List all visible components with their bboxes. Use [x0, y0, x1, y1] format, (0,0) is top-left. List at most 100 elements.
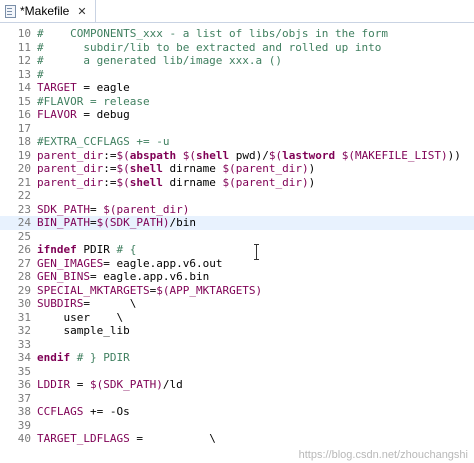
code-line[interactable]: 37	[0, 392, 474, 406]
code-text: #EXTRA_CCFLAGS += -u	[37, 135, 169, 149]
code-line[interactable]: 21 parent_dir:=$(shell dirname $(parent_d…	[0, 176, 474, 190]
code-text: SDK_PATH= $(parent_dir)	[37, 203, 189, 217]
line-number: 13	[17, 67, 31, 81]
text-cursor-icon	[253, 244, 261, 260]
editor-tab-bar: *Makefile ✕	[0, 0, 474, 23]
code-token: )	[308, 162, 316, 175]
line-number: 27	[17, 256, 31, 270]
code-token: = \	[129, 432, 216, 445]
code-line[interactable]: 19 parent_dir:=$(abspath $(shell pwd)/$(l…	[0, 149, 474, 163]
code-line[interactable]: 18 #EXTRA_CCFLAGS += -u	[0, 135, 474, 149]
code-token: dirname	[162, 162, 223, 175]
code-line[interactable]: 29 SPECIAL_MKTARGETS=$(APP_MKTARGETS)	[0, 284, 474, 298]
code-token: user \	[37, 310, 124, 324]
code-token: SUBDIRS	[37, 297, 84, 310]
code-line[interactable]: 31 user \	[0, 311, 474, 325]
code-token: abspath	[129, 148, 177, 162]
code-token: FLAVOR	[37, 108, 77, 121]
code-text: user \	[37, 311, 123, 325]
line-number: 25	[17, 229, 31, 243]
line-number: 30	[17, 297, 31, 310]
line-number: 33	[17, 337, 31, 351]
line-number: 21	[17, 175, 31, 189]
code-text: GEN_IMAGES= eagle.app.v6.out	[37, 257, 222, 271]
code-token: lastword	[282, 148, 336, 162]
code-token: = eagle.app.v6.out	[103, 256, 223, 270]
code-line[interactable]: 39	[0, 419, 474, 433]
code-line[interactable]: 26 ifndef PDIR # {	[0, 243, 474, 257]
code-line[interactable]: 23 SDK_PATH= $(parent_dir)	[0, 203, 474, 217]
code-token: GEN_BINS	[37, 270, 90, 283]
code-text: #	[37, 68, 44, 82]
line-number: 36	[17, 378, 31, 391]
line-number: 20	[17, 162, 31, 175]
code-line[interactable]: 30 SUBDIRS= \	[0, 297, 474, 311]
code-token: sample_lib	[37, 324, 130, 337]
code-line[interactable]: 35	[0, 365, 474, 379]
code-token: $(	[268, 148, 283, 162]
code-line[interactable]: 22	[0, 189, 474, 203]
code-line[interactable]: 15 #FLAVOR = release	[0, 95, 474, 109]
line-number: 14	[17, 81, 31, 94]
code-line[interactable]: 28 GEN_BINS= eagle.app.v6.bin	[0, 270, 474, 284]
line-number: 19	[17, 148, 31, 162]
code-token: # a generated lib/image xxx.a ()	[37, 54, 283, 67]
code-token: PDIR	[76, 243, 117, 256]
code-text: parent_dir:=$(shell dirname $(parent_dir…	[37, 176, 315, 190]
code-text: TARGET = eagle	[37, 81, 130, 95]
code-text: # a generated lib/image xxx.a ()	[37, 54, 282, 68]
close-icon[interactable]: ✕	[77, 6, 86, 17]
line-number: 35	[17, 364, 31, 378]
code-line[interactable]: 38 CCFLAGS += -Os	[0, 405, 474, 419]
code-line[interactable]: 25	[0, 230, 474, 244]
code-token: #	[37, 67, 44, 81]
code-line[interactable]: 40 TARGET_LDFLAGS = \	[0, 432, 474, 446]
code-line[interactable]: 34 endif # } PDIR	[0, 351, 474, 365]
code-token: shell	[195, 148, 230, 162]
code-line[interactable]: 16 FLAVOR = debug	[0, 108, 474, 122]
line-number: 39	[17, 418, 31, 432]
code-text: # subdir/lib to be extracted and rolled …	[37, 41, 381, 55]
code-token: $(	[116, 162, 130, 175]
code-line[interactable]: 36 LDDIR = $(SDK_PATH)/ld	[0, 378, 474, 392]
code-token: =	[70, 378, 90, 391]
code-line[interactable]: 11 # subdir/lib to be extracted and rolle…	[0, 41, 474, 55]
tab-makefile[interactable]: *Makefile ✕	[0, 0, 96, 22]
code-line[interactable]: 20 parent_dir:=$(shell dirname $(parent_d…	[0, 162, 474, 176]
code-line[interactable]: 12 # a generated lib/image xxx.a ()	[0, 54, 474, 68]
code-line[interactable]: 24 BIN_PATH=$(SDK_PATH)/bin	[0, 216, 474, 230]
line-number: 34	[17, 351, 31, 364]
tab-title: *Makefile	[20, 4, 70, 18]
code-token: :=	[103, 162, 117, 175]
code-token: $(	[116, 148, 130, 162]
watermark: https://blog.csdn.net/zhouchangshi	[298, 449, 468, 461]
code-token: parent_dir	[37, 162, 104, 175]
code-token: = \	[83, 297, 137, 310]
code-token: pwd)/	[229, 148, 269, 162]
code-token: $(APP_MKTARGETS)	[156, 283, 263, 297]
code-token: shell	[129, 175, 163, 189]
code-token: = eagle	[76, 81, 130, 94]
code-editor[interactable]: 10 # COMPONENTS_xxx - a list of libs/objs…	[0, 23, 474, 463]
code-line[interactable]: 17	[0, 122, 474, 136]
code-line[interactable]: 32 sample_lib	[0, 324, 474, 338]
code-token: = debug	[76, 108, 130, 121]
line-number: 18	[17, 135, 31, 148]
code-line[interactable]: 13 #	[0, 68, 474, 82]
code-token: # } PDIR	[76, 351, 130, 364]
code-text: BIN_PATH=$(SDK_PATH)/bin	[37, 216, 196, 230]
line-number: 31	[17, 310, 31, 324]
code-line[interactable]: 27 GEN_IMAGES= eagle.app.v6.out	[0, 257, 474, 271]
code-token: TARGET_LDFLAGS	[37, 432, 130, 445]
line-number: 38	[17, 405, 31, 418]
line-number: 22	[17, 189, 31, 202]
code-line[interactable]: 33	[0, 338, 474, 352]
code-line[interactable]: 10 # COMPONENTS_xxx - a list of libs/objs…	[0, 27, 474, 41]
code-line[interactable]: 14 TARGET = eagle	[0, 81, 474, 95]
line-number: 17	[17, 121, 31, 135]
line-number: 26	[17, 243, 31, 256]
code-token: $(parent_dir)	[222, 175, 309, 189]
code-text: GEN_BINS= eagle.app.v6.bin	[37, 270, 209, 284]
code-token: BIN_PATH	[37, 216, 90, 229]
